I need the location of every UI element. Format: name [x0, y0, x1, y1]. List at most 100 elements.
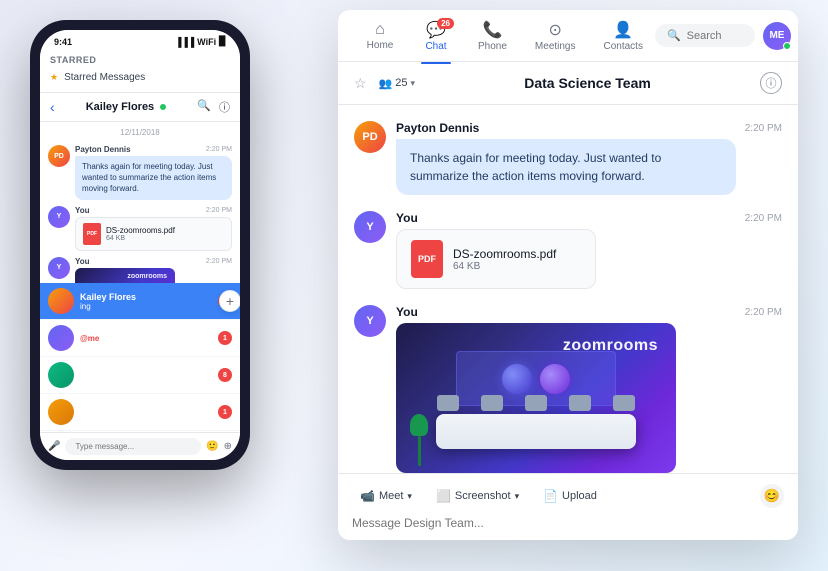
emoji-button[interactable]: 😊 — [760, 484, 784, 508]
contacts-icon: 👤 — [613, 20, 633, 40]
search-icon-phone[interactable]: 🔍 — [197, 99, 211, 115]
chair — [437, 395, 459, 411]
chair — [481, 395, 503, 411]
plant-decoration — [410, 414, 428, 459]
screenshot-icon: ⬜ — [436, 489, 451, 503]
chat-title: Data Science Team — [524, 75, 651, 91]
members-icon: 👥 — [379, 77, 393, 90]
phone-sidebar: Kailey Flores ing 1 + @me 1 — [40, 283, 240, 432]
phone-msg-sender-3: You — [75, 257, 90, 266]
battery-icon: ▉ — [219, 36, 226, 47]
members-count: 👥 25 ▾ — [379, 77, 415, 90]
chevron-down-icon-2: ▾ — [515, 491, 520, 502]
you-avatar-2: Y — [354, 305, 386, 337]
phone-list-item-3[interactable]: 8 — [40, 357, 240, 394]
phone-msg-sender-1: Payton Dennis — [75, 145, 131, 154]
desktop-app-window: ⌂ Home 26 💬 Chat 📞 Phone ⊙ Meetings 👤 Co… — [338, 10, 798, 540]
phone-messages: 12/11/2018 PD Payton Dennis 2:20 PM Than… — [40, 122, 240, 283]
upload-button[interactable]: 📄 Upload — [535, 485, 605, 507]
phone-chat-header: ‹ Kailey Flores 🔍 ⓘ — [40, 93, 240, 122]
search-input[interactable] — [687, 30, 747, 42]
chat-header-left: ☆ 👥 25 ▾ — [354, 75, 415, 92]
plant-leaves — [410, 414, 428, 436]
info-icon-phone[interactable]: ⓘ — [219, 99, 230, 115]
chair — [613, 395, 635, 411]
phone-list-avatar-1 — [48, 288, 74, 314]
tab-meetings[interactable]: ⊙ Meetings — [523, 16, 588, 56]
tab-home[interactable]: ⌂ Home — [354, 17, 406, 55]
phone-avatar-you: Y — [48, 206, 70, 228]
phone-list-avatar-4 — [48, 399, 74, 425]
phone-list-info-2: @me — [80, 334, 218, 343]
starred-item[interactable]: ★ Starred Messages — [50, 69, 230, 86]
phone-zoom-logo: zoomrooms — [127, 273, 167, 280]
message-group-file: Y You 2:20 PM PDF DS-zoomrooms.pdf 64 KB — [354, 211, 782, 289]
phone-message-3: Y You 2:20 PM zoomrooms — [48, 257, 232, 283]
starred-label: STARRED — [50, 55, 230, 65]
chevron-down-icon: ▾ — [407, 491, 412, 502]
phone-list-item-4[interactable]: 1 — [40, 394, 240, 431]
phone-icon: 📞 — [483, 20, 503, 40]
input-area: 📹 Meet ▾ ⬜ Screenshot ▾ 📄 Upload 😊 — [338, 473, 798, 540]
star-icon[interactable]: ☆ — [354, 75, 367, 92]
meet-button[interactable]: 📹 Meet ▾ — [352, 485, 420, 507]
home-icon: ⌂ — [375, 21, 385, 39]
phone-list-name-1: Kailey Flores — [80, 292, 218, 302]
back-button[interactable]: ‹ — [50, 99, 55, 115]
message-time-file: 2:20 PM — [745, 213, 782, 224]
phone-date: 12/11/2018 — [48, 128, 232, 137]
plant-stem — [418, 436, 421, 466]
phone-message-input[interactable] — [65, 438, 201, 455]
phone-list-badge-2: 1 — [218, 331, 232, 345]
messages-area: PD Payton Dennis 2:20 PM Thanks again fo… — [338, 105, 798, 473]
mic-icon[interactable]: 🎤 — [48, 441, 60, 452]
message-content: Payton Dennis 2:20 PM Thanks again for m… — [396, 121, 782, 195]
phone-header-icons: 🔍 ⓘ — [197, 99, 230, 115]
you-avatar: Y — [354, 211, 386, 243]
file-info: DS-zoomrooms.pdf 64 KB — [453, 247, 556, 272]
chevron-icon[interactable]: ▾ — [411, 78, 416, 89]
add-button[interactable]: + — [219, 290, 240, 312]
message-sender: Payton Dennis — [396, 121, 479, 135]
phone-file-info: DS-zoomrooms.pdf 64 KB — [106, 226, 175, 242]
phone-input-bar: 🎤 🙂 ⊕ — [40, 432, 240, 460]
emoji-icon-phone[interactable]: 🙂 — [206, 441, 218, 452]
chat-header: ☆ 👥 25 ▾ Data Science Team ⓘ — [338, 62, 798, 105]
message-group: PD Payton Dennis 2:20 PM Thanks again fo… — [354, 121, 782, 195]
message-meta: Payton Dennis 2:20 PM — [396, 121, 782, 135]
chairs-row — [426, 395, 646, 411]
plus-icon[interactable]: ⊕ — [224, 441, 232, 452]
conference-table — [436, 414, 636, 449]
phone-msg-content-2: You 2:20 PM PDF DS-zoomrooms.pdf 64 KB — [75, 206, 232, 251]
message-content-image: You 2:20 PM zoomrooms — [396, 305, 782, 473]
file-attachment[interactable]: PDF DS-zoomrooms.pdf 64 KB — [396, 229, 596, 289]
phone-app-header: STARRED ★ Starred Messages — [40, 49, 240, 93]
tab-phone[interactable]: 📞 Phone — [466, 16, 519, 56]
message-input-row — [352, 516, 784, 530]
tab-contacts[interactable]: 👤 Contacts — [592, 16, 655, 56]
phone-list-item-active[interactable]: Kailey Flores ing 1 + — [40, 283, 240, 320]
search-bar[interactable]: 🔍 — [655, 24, 755, 47]
message-sender-you: You — [396, 211, 418, 225]
phone-shell: 9:41 ▐▐▐ WiFi ▉ STARRED ★ Starred Messag… — [30, 20, 250, 470]
meetings-icon: ⊙ — [549, 20, 562, 40]
message-content-file: You 2:20 PM PDF DS-zoomrooms.pdf 64 KB — [396, 211, 782, 289]
screenshot-button[interactable]: ⬜ Screenshot ▾ — [428, 485, 527, 507]
phone-avatar-pd: PD — [48, 145, 70, 167]
upload-icon: 📄 — [543, 489, 558, 503]
search-icon: 🔍 — [667, 29, 681, 42]
info-icon[interactable]: ⓘ — [760, 72, 782, 94]
phone-list-preview-2: @me — [80, 334, 218, 343]
user-avatar[interactable]: ME — [763, 22, 791, 50]
phone-file-attachment[interactable]: PDF DS-zoomrooms.pdf 64 KB — [75, 217, 232, 251]
wifi-icon: WiFi — [197, 37, 216, 47]
phone-list-item-2[interactable]: @me 1 — [40, 320, 240, 357]
message-input[interactable] — [352, 516, 784, 530]
message-sender-image: You — [396, 305, 418, 319]
phone-list-preview-1: ing — [80, 302, 218, 311]
phone-msg-time-3: 2:20 PM — [206, 258, 232, 265]
phone-message-1: PD Payton Dennis 2:20 PM Thanks again fo… — [48, 145, 232, 200]
phone-zoom-image: zoomrooms — [75, 268, 175, 283]
tab-chat[interactable]: 26 💬 Chat — [410, 16, 462, 56]
chat-badge: 26 — [437, 18, 454, 29]
